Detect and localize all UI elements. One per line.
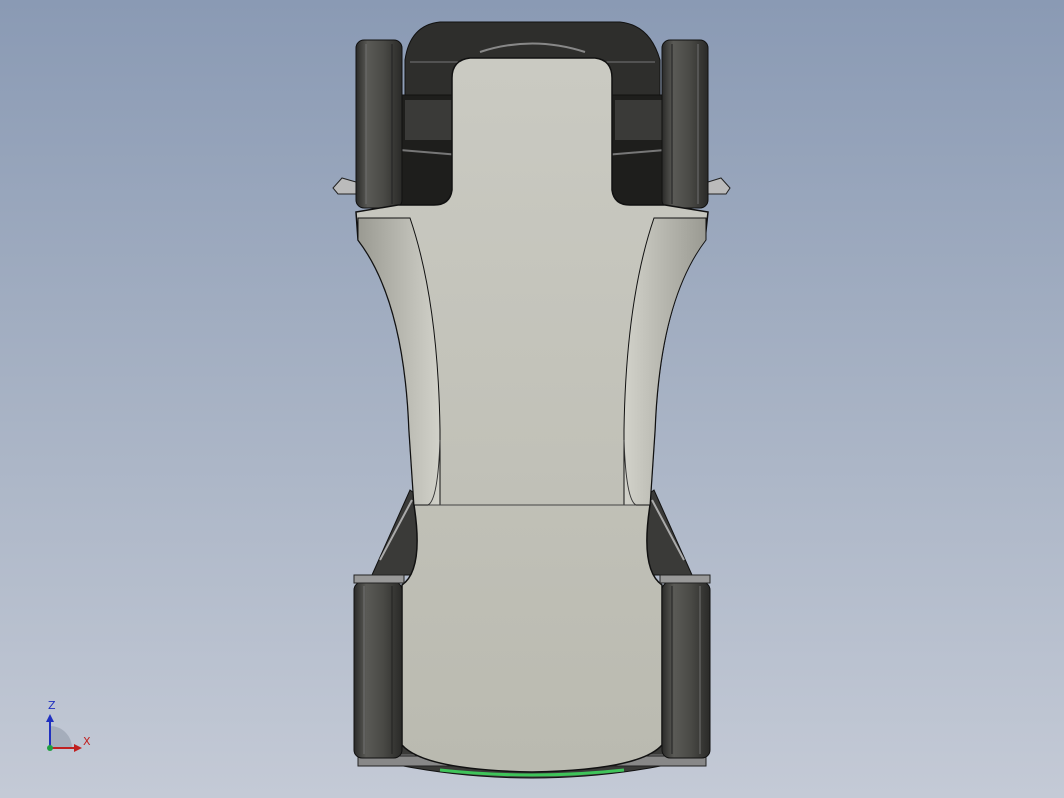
triad-x-label: X bbox=[83, 735, 91, 748]
orientation-triad bbox=[46, 714, 82, 752]
front-right-tire bbox=[661, 39, 709, 209]
front-left-tire bbox=[355, 39, 403, 209]
rear-right-tire bbox=[659, 574, 711, 759]
car-chassis-model[interactable] bbox=[0, 0, 1064, 798]
front-left-mirror bbox=[332, 177, 357, 195]
front-right-mirror bbox=[707, 177, 731, 195]
rear-left-tire bbox=[353, 574, 405, 759]
graphics-viewport[interactable]: Z X bbox=[0, 0, 1064, 798]
triad-z-label: Z bbox=[48, 699, 56, 712]
y-axis-icon bbox=[47, 745, 53, 751]
triad-plane-icon bbox=[50, 726, 72, 748]
